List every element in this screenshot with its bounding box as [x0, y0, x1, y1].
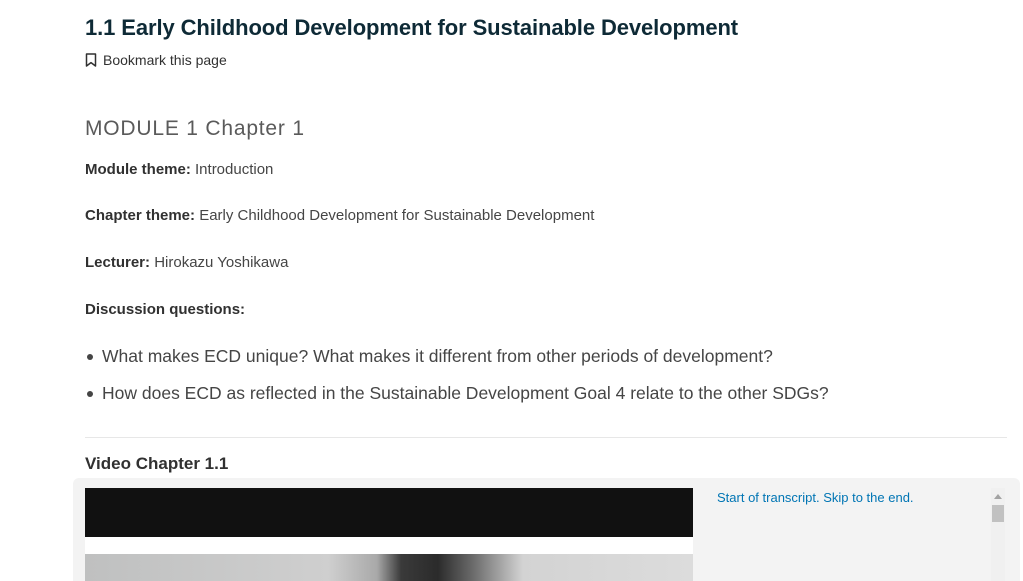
- bookmark-label: Bookmark this page: [103, 52, 227, 68]
- module-theme: Module theme: Introduction: [85, 161, 273, 178]
- section-divider: [85, 437, 1007, 438]
- transcript-scrollbar[interactable]: [991, 488, 1005, 581]
- unit-title: 1.1 Early Childhood Development for Sust…: [85, 15, 739, 40]
- courseware-page: 1.1 Early Childhood Development for Sust…: [0, 0, 1023, 581]
- scroll-up-arrow-icon[interactable]: [994, 494, 1002, 499]
- discussion-questions-list: What makes ECD unique? What makes it dif…: [85, 343, 829, 417]
- transcript-panel: Start of transcript. Skip to the end.: [705, 488, 1005, 581]
- module-heading: MODULE 1 Chapter 1: [85, 117, 305, 140]
- skip-transcript-link[interactable]: Start of transcript. Skip to the end.: [717, 490, 914, 505]
- chapter-theme-label: Chapter theme:: [85, 207, 196, 224]
- bookmark-button[interactable]: Bookmark this page: [85, 52, 227, 68]
- chapter-theme-value: Early Childhood Development for Sustaina…: [195, 207, 595, 224]
- chapter-theme: Chapter theme: Early Childhood Developme…: [85, 207, 594, 224]
- module-theme-label: Module theme:: [85, 161, 191, 178]
- list-item: What makes ECD unique? What makes it dif…: [85, 343, 829, 380]
- bookmark-icon: [85, 53, 97, 67]
- video-top-bar: [85, 488, 693, 537]
- module-theme-value: Introduction: [190, 161, 274, 178]
- video-player[interactable]: [85, 488, 693, 581]
- lecturer-label: Lecturer:: [85, 254, 151, 271]
- discussion-questions-label: Discussion questions:: [85, 301, 246, 318]
- discussion-questions-heading: Discussion questions:: [85, 301, 245, 318]
- lecturer-value: Hirokazu Yoshikawa: [150, 254, 289, 271]
- video-frame[interactable]: [85, 554, 693, 581]
- video-heading: Video Chapter 1.1: [85, 454, 229, 473]
- scroll-thumb[interactable]: [992, 505, 1004, 522]
- list-item: How does ECD as reflected in the Sustain…: [85, 380, 829, 417]
- lecturer: Lecturer: Hirokazu Yoshikawa: [85, 254, 288, 271]
